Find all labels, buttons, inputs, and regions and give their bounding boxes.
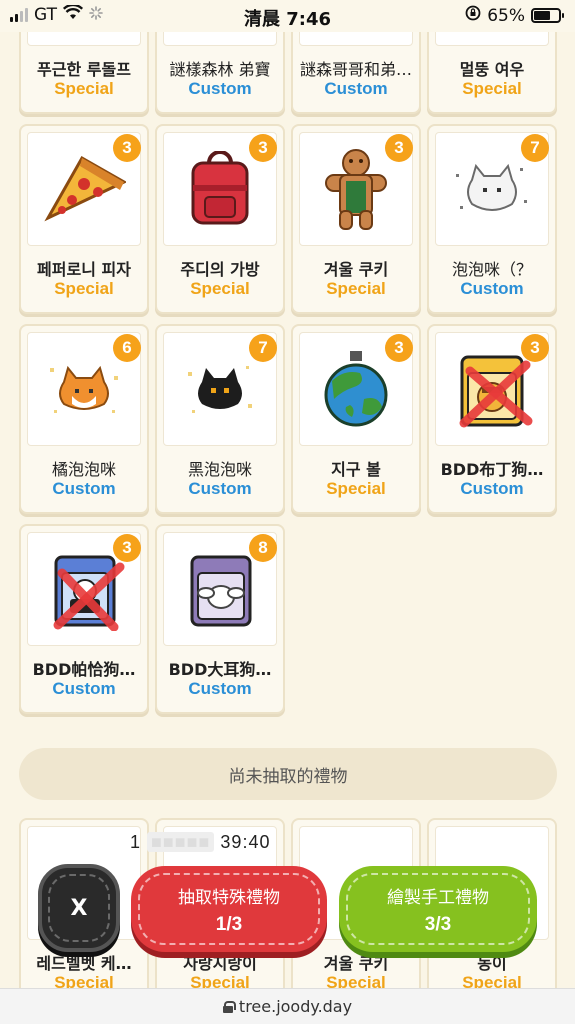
gift-type: Special xyxy=(54,79,114,98)
gift-name: 동이 xyxy=(477,954,507,973)
status-right: 65% xyxy=(465,5,564,26)
gift-name: 泡泡咪（？ xyxy=(451,260,532,279)
gift-name: 橘泡泡咪 xyxy=(51,460,116,479)
gift-card[interactable]: 3 BDD帕恰狗… Custom xyxy=(19,524,149,714)
gift-type: Custom xyxy=(460,279,524,298)
gift-type: Custom xyxy=(188,79,252,98)
count-badge: 3 xyxy=(113,134,141,162)
count-badge: 7 xyxy=(249,334,277,362)
count-badge: 8 xyxy=(249,534,277,562)
gift-name: 페퍼로니 피자 xyxy=(37,260,131,279)
gift-type: Custom xyxy=(460,479,524,498)
close-button[interactable]: X xyxy=(38,864,120,952)
gift-name: 주디의 가방 xyxy=(180,260,260,279)
count-badge: 3 xyxy=(249,134,277,162)
countdown-timer: 1 ■■■■■ 39:40 xyxy=(130,832,270,853)
status-bar: GT 清晨 7:46 65% xyxy=(0,0,575,32)
address-bar[interactable]: tree.joody.day xyxy=(0,988,575,1024)
draw-button-count: 1/3 xyxy=(215,913,243,935)
count-badge: 3 xyxy=(113,534,141,562)
count-badge: 3 xyxy=(385,334,413,362)
timer-prefix: 1 xyxy=(130,832,142,852)
gift-type: Special xyxy=(54,279,114,298)
timer-obscured: ■■■■■ xyxy=(147,832,215,852)
gift-name: 레드벨벳 케… xyxy=(36,954,132,973)
paint-button-count: 3/3 xyxy=(424,913,452,935)
draw-button-label: 抽取特殊禮物 xyxy=(178,887,280,908)
gift-card[interactable]: 3 겨울 쿠키 Special xyxy=(291,124,421,314)
paint-custom-gift-button[interactable]: 繪製手工禮物 3/3 xyxy=(339,866,537,952)
gift-name: 겨울 쿠키 xyxy=(323,954,389,973)
gift-card[interactable]: 6 橘泡泡咪 Custom xyxy=(19,324,149,514)
battery-icon xyxy=(531,8,564,23)
paint-button-label: 繪製手工禮物 xyxy=(387,887,489,908)
gift-card[interactable]: 7 黑泡泡咪 Custom xyxy=(155,324,285,514)
count-badge: 6 xyxy=(113,334,141,362)
gift-type: Custom xyxy=(188,679,252,698)
gift-name: 謎樣森林 弟寶 xyxy=(169,60,271,79)
orientation-lock-icon xyxy=(465,5,481,26)
gift-name: 푸근한 루돌프 xyxy=(37,60,131,79)
url-text: tree.joody.day xyxy=(238,997,353,1016)
gift-name: BDD大耳狗… xyxy=(168,660,272,679)
gift-name: 자랑지랑이 xyxy=(183,954,257,973)
gift-name: 겨울 쿠키 xyxy=(323,260,389,279)
gift-type: Special xyxy=(326,279,386,298)
gift-card[interactable]: 3 지구 볼 Special xyxy=(291,324,421,514)
draw-special-gift-button[interactable]: 抽取特殊禮物 1/3 xyxy=(131,866,327,952)
battery-percent: 65% xyxy=(487,5,525,26)
gift-type: Special xyxy=(326,479,386,498)
gift-card[interactable]: 7 泡泡咪（？ Custom xyxy=(427,124,557,314)
gift-name: 謎森哥哥和弟… xyxy=(299,60,412,79)
gift-name: 지구 볼 xyxy=(331,460,381,479)
timer-suffix: 39:40 xyxy=(220,832,271,852)
gift-card[interactable]: 3 BDD布丁狗… Custom xyxy=(427,324,557,514)
gift-type: Special xyxy=(462,79,522,98)
close-icon: X xyxy=(70,895,88,921)
gift-card[interactable]: 8 BDD大耳狗… Custom xyxy=(155,524,285,714)
undrawn-gifts-header: 尚未抽取的禮物 xyxy=(19,748,557,800)
gift-type: Custom xyxy=(52,679,116,698)
count-badge: 7 xyxy=(521,134,549,162)
gift-type: Custom xyxy=(52,479,116,498)
gift-card[interactable]: 3 주디의 가방 Special xyxy=(155,124,285,314)
lock-icon xyxy=(222,1000,236,1013)
gift-card[interactable]: 3 페퍼로니 피자 Special xyxy=(19,124,149,314)
gift-name: BDD帕恰狗… xyxy=(32,660,136,679)
gift-type: Custom xyxy=(188,479,252,498)
count-badge: 3 xyxy=(521,334,549,362)
gift-type: Special xyxy=(190,279,250,298)
count-badge: 3 xyxy=(385,134,413,162)
gift-name: 멀뚱 여우 xyxy=(459,60,525,79)
gift-type: Custom xyxy=(324,79,388,98)
gift-name: 黑泡泡咪 xyxy=(187,460,252,479)
gift-name: BDD布丁狗… xyxy=(440,460,544,479)
